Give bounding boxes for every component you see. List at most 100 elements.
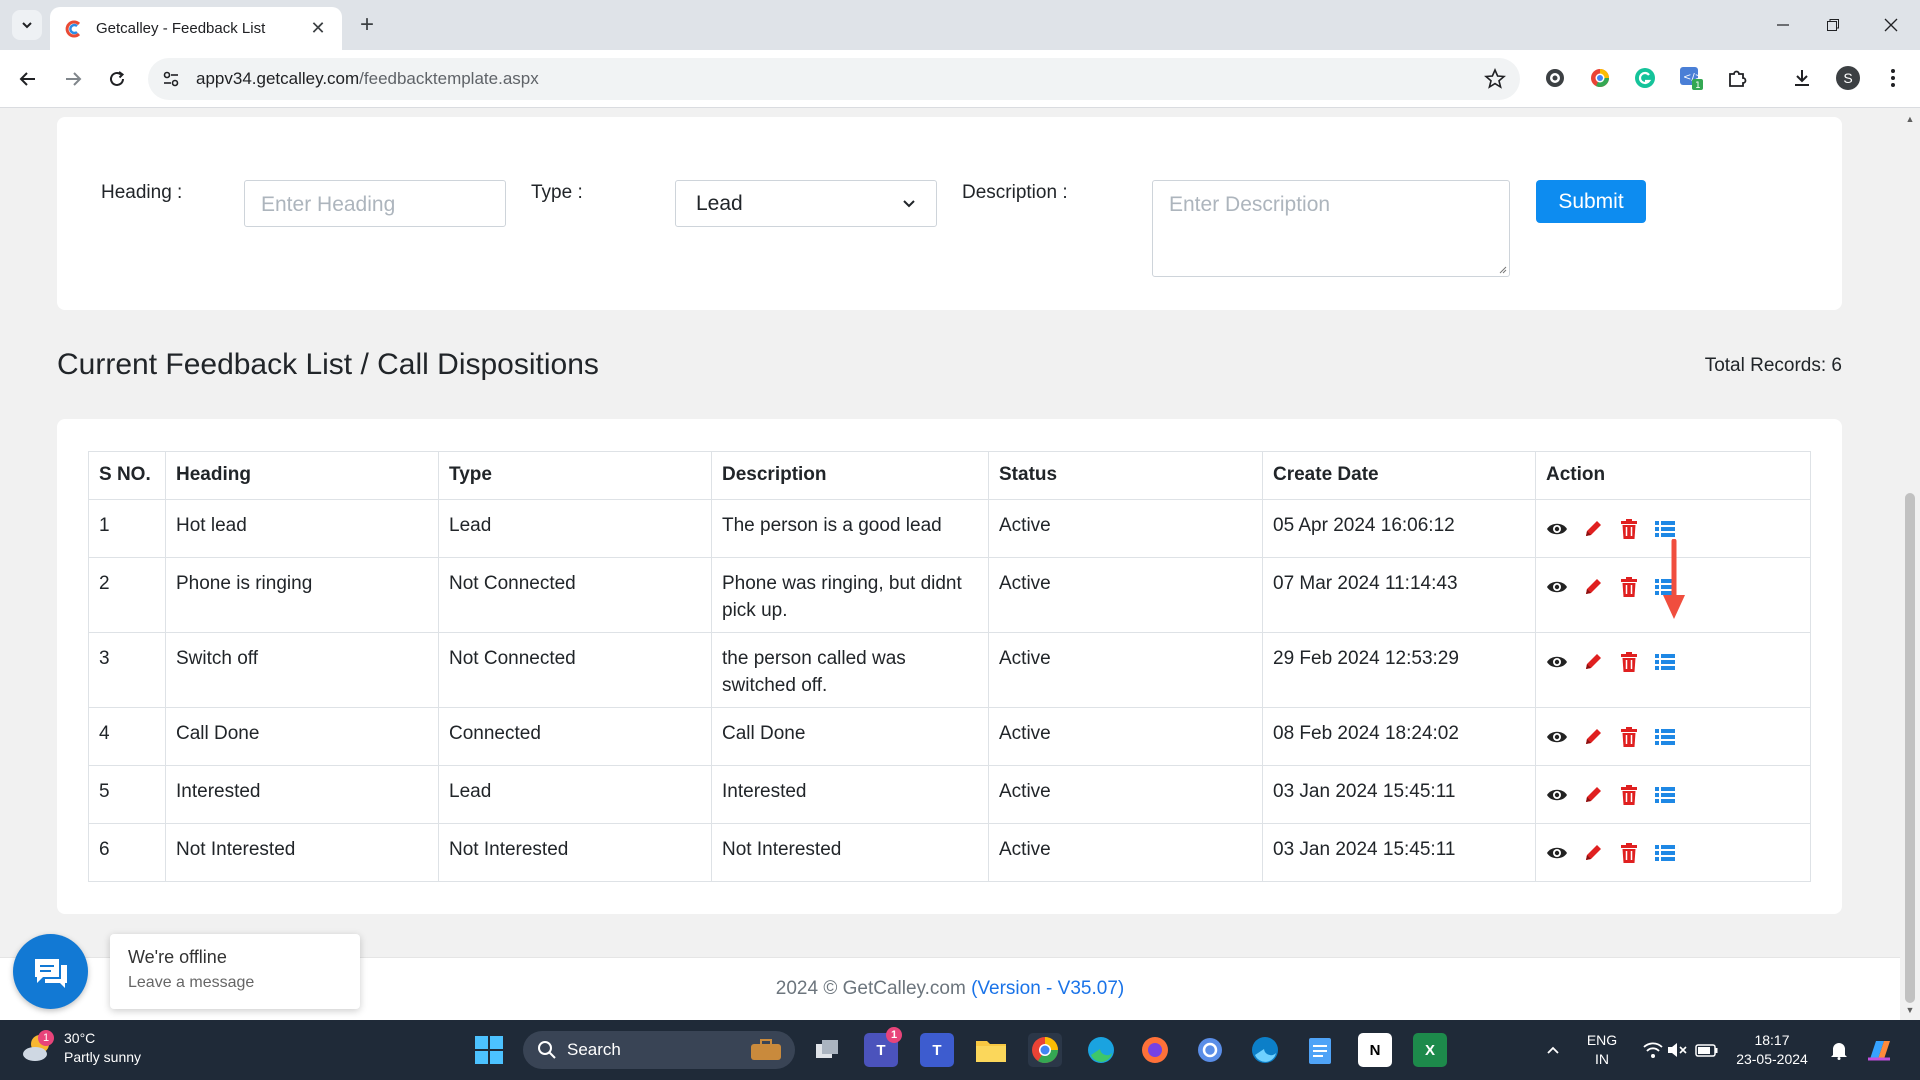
description-textarea[interactable]: Enter Description bbox=[1152, 180, 1510, 277]
view-icon[interactable] bbox=[1546, 842, 1568, 864]
tab-title: Getcalley - Feedback List bbox=[96, 20, 266, 37]
weather-badge: 1 bbox=[38, 1030, 54, 1046]
teams-badge: 1 bbox=[886, 1027, 902, 1043]
delete-trash-icon[interactable] bbox=[1618, 726, 1640, 748]
scroll-down-icon[interactable]: ▼ bbox=[1905, 1005, 1915, 1015]
taskbar-search[interactable]: Search bbox=[523, 1031, 795, 1069]
delete-trash-icon[interactable] bbox=[1618, 784, 1640, 806]
cell-create-date: 08 Feb 2024 18:24:02 bbox=[1262, 707, 1536, 766]
cell-type: Not Connected bbox=[438, 557, 712, 633]
task-view-icon[interactable] bbox=[810, 1033, 844, 1067]
firefox-icon[interactable] bbox=[1138, 1033, 1172, 1067]
extension-3-icon[interactable]: </> 1 bbox=[1678, 65, 1704, 91]
battery-icon[interactable] bbox=[1690, 1033, 1724, 1067]
extension-1-icon[interactable] bbox=[1542, 65, 1568, 91]
site-info-icon[interactable] bbox=[158, 66, 184, 92]
teams-icon[interactable]: T 1 bbox=[864, 1027, 902, 1067]
tray-overflow-icon[interactable] bbox=[1536, 1033, 1570, 1067]
windows-start-icon[interactable] bbox=[472, 1033, 506, 1067]
volume-muted-icon[interactable] bbox=[1660, 1033, 1694, 1067]
arrow-left-icon bbox=[19, 72, 35, 86]
delete-trash-icon[interactable] bbox=[1618, 518, 1640, 540]
type-label: Type : bbox=[531, 182, 583, 203]
forward-button[interactable] bbox=[57, 63, 89, 95]
clock[interactable]: 18:17 23-05-2024 bbox=[1730, 1031, 1814, 1069]
minimize-button[interactable] bbox=[1758, 8, 1808, 42]
clock-date: 23-05-2024 bbox=[1736, 1051, 1808, 1067]
restore-button[interactable] bbox=[1808, 8, 1858, 42]
teams-new-icon[interactable]: T bbox=[920, 1033, 954, 1067]
tab-search-button[interactable] bbox=[12, 10, 42, 40]
view-icon[interactable] bbox=[1546, 576, 1568, 598]
bookmark-star-icon[interactable] bbox=[1484, 68, 1506, 90]
notion-icon[interactable]: N bbox=[1358, 1033, 1392, 1067]
profile-initial: S bbox=[1836, 66, 1860, 90]
scroll-up-icon[interactable]: ▲ bbox=[1905, 114, 1915, 124]
edge-icon[interactable] bbox=[1084, 1033, 1118, 1067]
submit-button[interactable]: Submit bbox=[1536, 180, 1646, 223]
edit-pencil-icon[interactable] bbox=[1582, 726, 1604, 748]
extensions-puzzle-icon[interactable] bbox=[1724, 65, 1750, 91]
list-options-icon[interactable] bbox=[1654, 651, 1676, 673]
profile-avatar[interactable]: S bbox=[1835, 65, 1861, 91]
search-icon bbox=[538, 1041, 556, 1059]
view-icon[interactable] bbox=[1546, 518, 1568, 540]
copilot-icon[interactable] bbox=[1862, 1033, 1896, 1067]
language-indicator[interactable]: ENG IN bbox=[1580, 1031, 1624, 1069]
type-select[interactable]: Lead bbox=[675, 180, 937, 227]
column-header-type: Type bbox=[438, 451, 712, 500]
extension-2-icon[interactable] bbox=[1587, 65, 1613, 91]
reload-icon bbox=[110, 71, 125, 86]
edit-pencil-icon[interactable] bbox=[1582, 518, 1604, 540]
heading-placeholder: Enter Heading bbox=[261, 193, 396, 216]
cell-description: the person called was switched off. bbox=[711, 632, 989, 708]
notepad-icon[interactable] bbox=[1303, 1033, 1337, 1067]
active-tab[interactable]: Getcalley - Feedback List ✕ bbox=[50, 7, 342, 50]
view-icon[interactable] bbox=[1546, 726, 1568, 748]
new-tab-button[interactable]: + bbox=[352, 10, 382, 40]
close-tab-icon[interactable]: ✕ bbox=[308, 18, 328, 39]
weather-condition: Partly sunny bbox=[64, 1049, 142, 1065]
edit-pencil-icon[interactable] bbox=[1582, 784, 1604, 806]
delete-trash-icon[interactable] bbox=[1618, 651, 1640, 673]
column-header-sno: S NO. bbox=[88, 451, 166, 500]
cell-actions bbox=[1535, 632, 1811, 708]
list-options-icon[interactable] bbox=[1654, 726, 1676, 748]
list-options-icon[interactable] bbox=[1654, 784, 1676, 806]
excel-icon[interactable]: X bbox=[1413, 1033, 1447, 1067]
minimize-icon bbox=[1777, 24, 1789, 26]
address-bar[interactable]: appv34.getcalley.com/feedbacktemplate.as… bbox=[148, 58, 1520, 100]
edit-pencil-icon[interactable] bbox=[1582, 842, 1604, 864]
grammarly-icon[interactable] bbox=[1632, 65, 1658, 91]
back-button[interactable] bbox=[12, 63, 44, 95]
total-records: Total Records: 6 bbox=[1704, 355, 1842, 376]
scroll-thumb[interactable] bbox=[1905, 493, 1915, 1003]
list-options-icon[interactable] bbox=[1654, 518, 1676, 540]
view-icon[interactable] bbox=[1546, 651, 1568, 673]
close-window-button[interactable] bbox=[1866, 8, 1916, 42]
delete-trash-icon[interactable] bbox=[1618, 842, 1640, 864]
edit-pencil-icon[interactable] bbox=[1582, 576, 1604, 598]
edit-pencil-icon[interactable] bbox=[1582, 651, 1604, 673]
page-scrollbar[interactable]: ▲ ▼ bbox=[1900, 109, 1920, 1020]
table-row: 3 Switch off Not Connected the person calle… bbox=[88, 632, 1811, 708]
notification-bell-icon[interactable] bbox=[1822, 1033, 1856, 1067]
heading-input[interactable]: Enter Heading bbox=[244, 180, 506, 227]
app-settings-icon[interactable] bbox=[1193, 1033, 1227, 1067]
browser-toolbar: appv34.getcalley.com/feedbacktemplate.as… bbox=[0, 50, 1920, 108]
resize-grip-icon[interactable] bbox=[1497, 264, 1507, 274]
chrome-icon[interactable] bbox=[1028, 1033, 1062, 1067]
view-icon[interactable] bbox=[1546, 784, 1568, 806]
downloads-icon[interactable] bbox=[1789, 65, 1815, 91]
footer-version-link[interactable]: (Version - V35.07) bbox=[971, 978, 1124, 999]
column-header-heading: Heading bbox=[165, 451, 439, 500]
chat-widget-button[interactable] bbox=[13, 934, 88, 1009]
reload-button[interactable] bbox=[101, 63, 133, 95]
file-explorer-icon[interactable] bbox=[974, 1033, 1008, 1067]
more-menu-icon[interactable] bbox=[1880, 65, 1906, 91]
list-options-icon[interactable] bbox=[1654, 842, 1676, 864]
chat-offline-card[interactable]: We're offline Leave a message bbox=[110, 934, 360, 1009]
edge-dev-icon[interactable] bbox=[1248, 1033, 1282, 1067]
weather-widget[interactable]: 1 30°C Partly sunny bbox=[20, 1029, 141, 1067]
delete-trash-icon[interactable] bbox=[1618, 576, 1640, 598]
